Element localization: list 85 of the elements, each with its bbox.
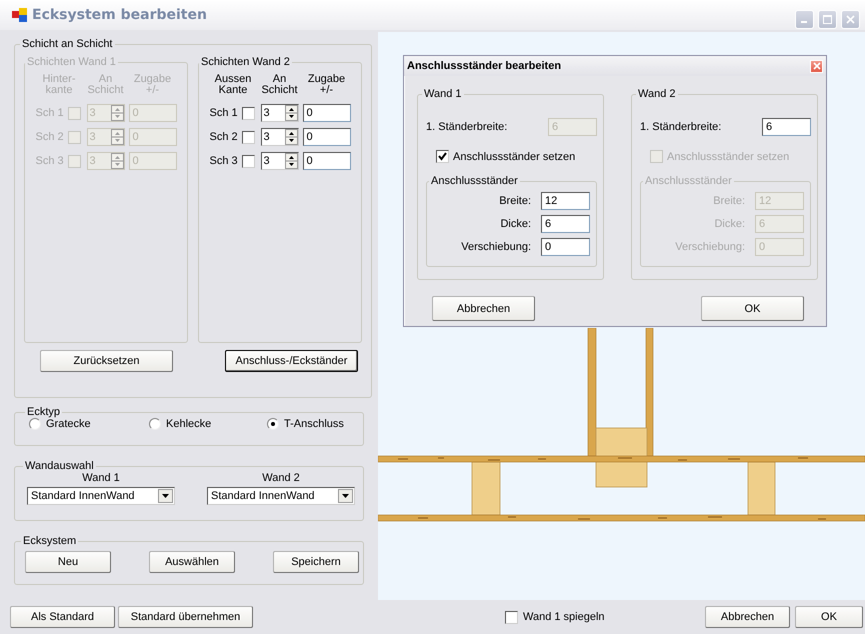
column-header: Hinter- kante — [41, 74, 76, 96]
column-header: Zugabe +/- — [306, 74, 346, 96]
dropdown[interactable]: Standard InnenWand — [207, 487, 355, 505]
maximize-button[interactable] — [818, 10, 837, 28]
push-button[interactable]: Abbrechen — [705, 606, 790, 628]
field-label: Verschiebung: — [675, 241, 745, 253]
checkbox[interactable] — [242, 154, 254, 168]
group-title: Schicht an Schicht — [21, 38, 114, 50]
text-field[interactable]: 0 — [302, 128, 350, 146]
row-label: Sch 2 — [210, 131, 238, 143]
text-field[interactable]: 12 — [541, 192, 590, 210]
push-button[interactable]: Standard übernehmen — [118, 606, 253, 628]
radio-label: T-Anschluss — [284, 418, 344, 430]
close-button[interactable] — [841, 10, 860, 28]
text-field[interactable]: 0 — [541, 238, 590, 256]
window-title: Ecksystem bearbeiten — [32, 7, 207, 23]
checkbox[interactable] — [505, 610, 518, 624]
checkbox-label: Anschlussständer setzen — [453, 150, 576, 162]
field-label: 1. Ständerbreite: — [640, 121, 722, 133]
dropdown[interactable]: Standard InnenWand — [27, 487, 175, 505]
column-header: Zugabe +/- — [132, 74, 172, 96]
push-button[interactable]: Auswählen — [149, 551, 235, 573]
spin-field[interactable]: 3 — [260, 128, 298, 146]
checkbox-label: Anschlussständer setzen — [667, 150, 790, 162]
row-label: Sch 1 — [210, 107, 238, 119]
group-title: Ecktyp — [26, 406, 62, 418]
spinner-icon[interactable] — [284, 153, 298, 169]
group-title: Ecksystem — [22, 535, 78, 547]
radio-label: Kehlecke — [166, 418, 212, 430]
radio-button[interactable] — [149, 418, 161, 430]
close-icon — [846, 14, 855, 24]
text-field[interactable]: 6 — [541, 215, 590, 233]
radio-button[interactable] — [29, 418, 41, 430]
field-label: Verschiebung: — [461, 241, 531, 253]
group-title: Wand 2 — [637, 88, 677, 100]
row-label: Sch 3 — [210, 155, 238, 167]
field-label: Breite: — [499, 195, 531, 207]
field-label: 1. Ständerbreite: — [426, 121, 508, 133]
spinner-icon[interactable] — [284, 129, 298, 145]
push-button[interactable]: Als Standard — [10, 606, 115, 628]
text-field[interactable]: 0 — [302, 104, 350, 122]
row-label: Sch 1 — [36, 107, 64, 119]
column-header: An Schicht — [86, 74, 124, 96]
push-button[interactable]: Zurücksetzen — [40, 350, 173, 372]
dialog-title: Anschlussständer bearbeiten — [407, 60, 562, 72]
group-title: Schichten Wand 1 — [26, 56, 117, 68]
minimize-button[interactable] — [795, 10, 814, 28]
spin-field[interactable]: 3 — [260, 152, 298, 170]
checkbox[interactable] — [242, 106, 254, 120]
dropdown-button[interactable] — [158, 489, 173, 503]
push-button[interactable]: OK — [701, 296, 804, 321]
group-title: Anschlussständer — [644, 175, 733, 187]
group-title: Wand 1 — [423, 88, 463, 100]
radio-label: Gratecke — [46, 418, 91, 430]
close-button[interactable] — [810, 60, 823, 72]
spin-field[interactable]: 3 — [260, 104, 298, 122]
field-label: Wand 1 — [82, 472, 120, 484]
group-title: Schichten Wand 2 — [200, 56, 291, 68]
caret-icon — [162, 494, 169, 498]
row-label: Sch 3 — [36, 155, 64, 167]
push-button[interactable]: Neu — [25, 551, 111, 573]
group-title: Anschlussständer — [430, 175, 519, 187]
push-button[interactable]: Speichern — [273, 551, 359, 573]
text-field[interactable]: 6 — [762, 118, 811, 136]
radio-button[interactable] — [267, 418, 279, 430]
field-label: Dicke: — [714, 218, 745, 230]
field-label: Dicke: — [500, 218, 531, 230]
spinner-icon[interactable] — [284, 105, 298, 121]
field-label: Wand 2 — [262, 472, 300, 484]
push-button[interactable]: Abbrechen — [432, 296, 535, 321]
checkbox[interactable] — [436, 150, 449, 163]
checkbox-label: Wand 1 spiegeln — [523, 611, 605, 623]
group-title: Wandauswahl — [24, 460, 95, 472]
field-label: Breite: — [713, 195, 745, 207]
column-header: Aussen Kante — [214, 74, 252, 96]
column-header: An Schicht — [260, 74, 298, 96]
text-field[interactable]: 0 — [302, 152, 350, 170]
caret-icon — [342, 494, 349, 498]
maximize-icon — [823, 14, 832, 24]
app-icon — [12, 8, 28, 22]
checkbox[interactable] — [242, 130, 254, 144]
push-button[interactable]: Anschluss-/Eckständer — [225, 350, 358, 372]
row-label: Sch 2 — [36, 131, 64, 143]
dropdown-button[interactable] — [338, 489, 353, 503]
push-button[interactable]: OK — [795, 606, 863, 628]
